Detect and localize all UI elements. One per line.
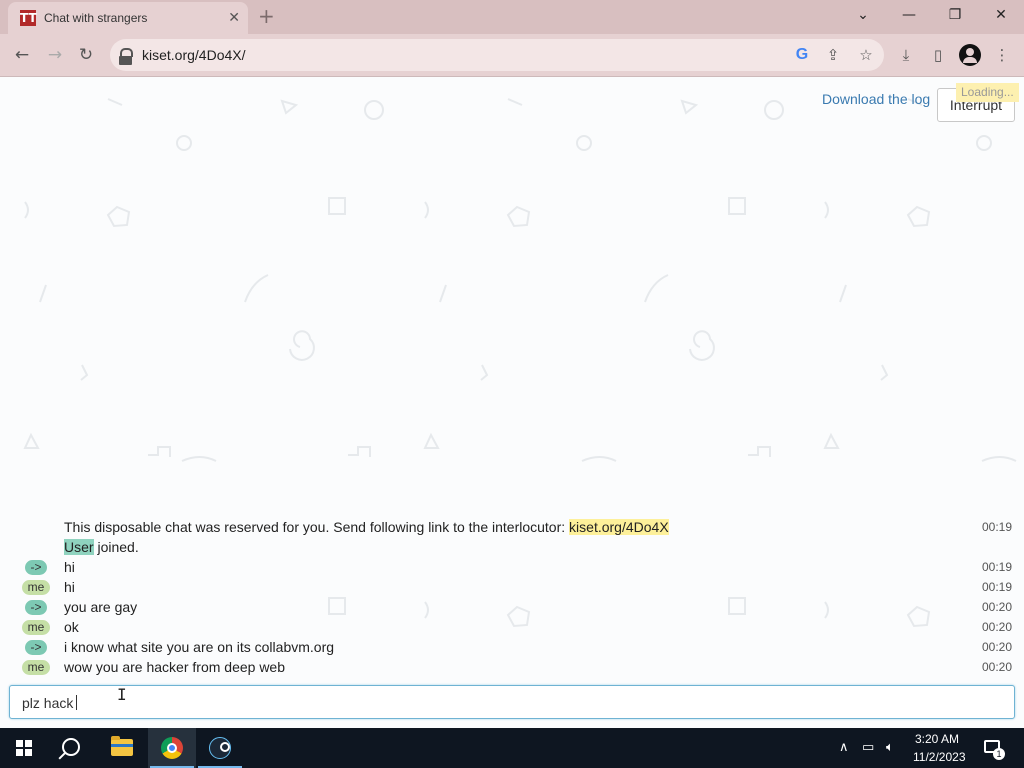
stranger-badge: -> [25,560,47,575]
clock-date[interactable]: 11/2/2023 [913,750,966,764]
restore-icon[interactable]: ❐ [932,0,978,30]
loading-indicator: Loading... [956,83,1019,102]
site-favicon: TT [20,10,37,26]
tab-title: Chat with strangers [44,11,148,25]
stranger-badge: -> [25,640,47,655]
folder-icon [111,736,133,756]
stranger-badge: -> [25,600,47,615]
message-time: 00:19 [981,580,1012,594]
message-time: 00:20 [981,640,1012,654]
joined-text: joined. [97,539,139,555]
new-tab-icon[interactable]: + [258,5,275,27]
download-icon[interactable]: ⤓ [895,44,917,66]
address-bar[interactable]: kiset.org/4Do4X/ G ⇪ ☆ [110,39,884,71]
text-caret [76,695,78,710]
chat-message: -> you are gay 00:20 [0,598,1024,618]
message-text: wow you are hacker from deep web [64,659,285,675]
close-window-icon[interactable]: ✕ [978,0,1024,30]
message-text: ok [64,619,79,635]
profile-icon[interactable] [959,44,981,66]
me-badge: me [22,660,50,675]
message-time: 00:20 [981,660,1012,674]
ibeam-cursor-icon: I [117,685,127,704]
steam-taskbar-button[interactable] [196,728,244,768]
kebab-menu-icon[interactable]: ⋮ [991,44,1013,66]
side-panel-icon[interactable]: ▯ [927,44,949,66]
download-log-link[interactable]: Download the log [822,91,930,107]
system-message: This disposable chat was reserved for yo… [0,518,1024,538]
steam-icon [209,737,231,759]
back-icon[interactable]: ← [11,44,33,66]
join-notice: User joined. [0,538,1024,558]
minimize-icon[interactable]: — [886,0,932,30]
url-text[interactable]: kiset.org/4Do4X/ [142,47,246,63]
network-icon[interactable]: ▭ [862,738,874,758]
lock-icon[interactable] [119,48,133,65]
invite-link[interactable]: kiset.org/4Do4X [569,519,669,535]
browser-tab[interactable]: TT Chat with strangers ✕ [8,2,248,34]
tab-close-icon[interactable]: ✕ [228,8,240,28]
share-icon[interactable]: ⇪ [823,45,843,65]
message-text: hi [64,579,75,595]
message-text: you are gay [64,599,138,615]
search-button[interactable] [48,728,96,768]
taskbar: ∧ ▭ 🔈︎ 3:20 AM 11/2/2023 1 [0,728,1024,768]
search-icon [62,738,80,756]
volume-muted-icon[interactable]: 🔈︎ [886,738,894,758]
reload-icon[interactable]: ↻ [75,44,97,66]
me-badge: me [22,620,50,635]
chat-message: me wow you are hacker from deep web 00:2… [0,658,1024,678]
message-time: 00:20 [981,620,1012,634]
show-hidden-icons-icon[interactable]: ∧ [839,738,849,758]
start-button[interactable] [0,728,48,768]
browser-toolbar: ← → ↻ kiset.org/4Do4X/ G ⇪ ☆ ⤓ ▯ ⋮ [0,34,1024,77]
message-time: 00:19 [981,560,1012,574]
joined-user-name: User [64,539,94,555]
message-input[interactable]: plz hack [9,685,1015,719]
file-explorer-button[interactable] [98,728,146,768]
browser-tab-strip: TT Chat with strangers ✕ + ⌄ — ❐ ✕ [0,0,1024,34]
tab-search-icon[interactable]: ⌄ [840,0,886,30]
chat-message: me ok 00:20 [0,618,1024,638]
message-time: 00:20 [981,600,1012,614]
message-text: i know what site you are on its collabvm… [64,639,335,655]
google-icon[interactable]: G [792,45,812,65]
message-text: hi [64,559,75,575]
message-time: 00:19 [981,520,1012,534]
chrome-taskbar-button[interactable] [148,728,196,768]
chat-message: -> hi 00:19 [0,558,1024,578]
chat-page: Download the log Interrupt Loading... Th… [0,77,1024,728]
chrome-icon [161,737,183,759]
message-input-value: plz hack [22,695,74,711]
star-icon[interactable]: ☆ [856,45,876,65]
forward-icon[interactable]: → [44,44,66,66]
system-message-text: This disposable chat was reserved for yo… [64,519,566,535]
notification-count: 1 [993,748,1005,760]
clock-time[interactable]: 3:20 AM [915,732,959,746]
windows-logo-icon [16,740,32,756]
chat-message: -> i know what site you are on its colla… [0,638,1024,658]
me-badge: me [22,580,50,595]
chat-message: me hi 00:19 [0,578,1024,598]
chat-log: This disposable chat was reserved for yo… [0,518,1024,678]
